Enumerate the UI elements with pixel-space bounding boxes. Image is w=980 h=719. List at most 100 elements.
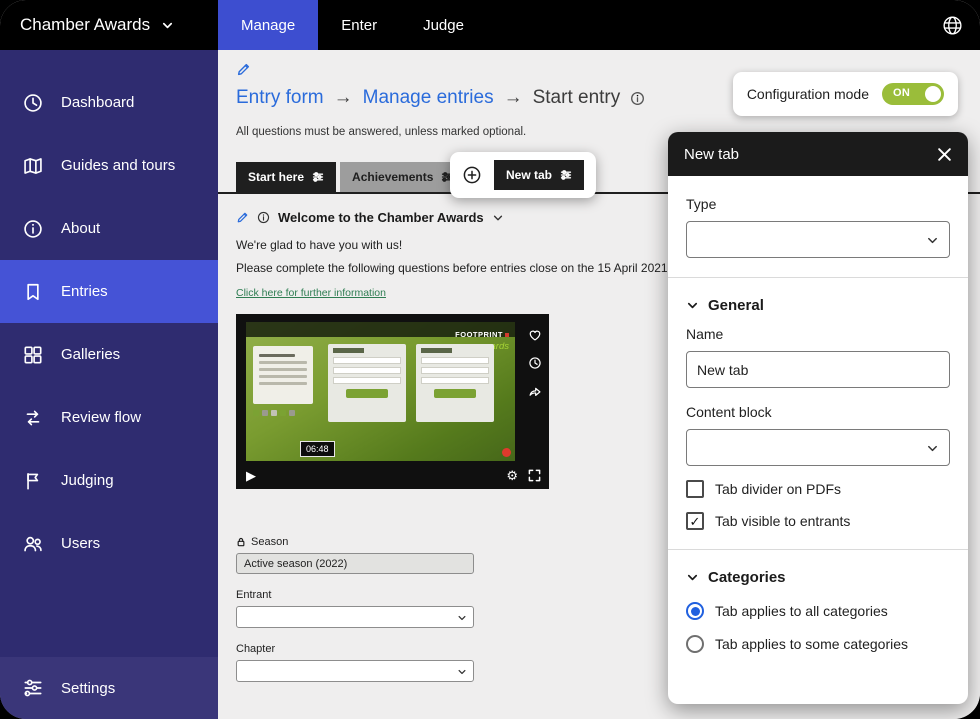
- flag-icon: [22, 470, 44, 492]
- new-tab-popover: New tab: [450, 152, 596, 198]
- panel-divider: [668, 277, 968, 278]
- name-input[interactable]: [686, 351, 950, 388]
- content-block-select[interactable]: [686, 429, 950, 466]
- tab-achievements[interactable]: Achievements: [340, 162, 465, 192]
- new-tab-panel: New tab Type General Name: [668, 132, 968, 704]
- top-tab-enter[interactable]: Enter: [318, 0, 400, 50]
- chevron-down-icon: [686, 299, 699, 312]
- checkbox-tab-visible-to-entrants[interactable]: ✓ Tab visible to entrants: [686, 512, 950, 530]
- video-mock-form: [328, 344, 406, 422]
- watch-later-icon[interactable]: [528, 356, 542, 370]
- chevron-down-icon: [457, 613, 467, 623]
- chevron-down-icon[interactable]: [492, 212, 504, 224]
- sidebar-item-label: Judging: [61, 472, 114, 489]
- radio-tab-applies-all-categories[interactable]: Tab applies to all categories: [686, 602, 950, 620]
- entrant-select[interactable]: [236, 606, 474, 628]
- top-bar: Chamber Awards Manage Enter Judge: [0, 0, 980, 50]
- entrant-label: Entrant: [236, 589, 474, 601]
- video-side-actions: [528, 328, 542, 398]
- tab-label: New tab: [506, 168, 552, 182]
- sidebar-item-label: About: [61, 220, 100, 237]
- checkbox-unchecked: [686, 480, 704, 498]
- chevron-down-icon: [686, 571, 699, 584]
- panel-header: New tab: [668, 132, 968, 176]
- sidebar-item-label: Review flow: [61, 409, 141, 426]
- users-icon: [22, 533, 44, 555]
- breadcrumb-arrow: →: [334, 87, 353, 109]
- video-brand-top: FOOTPRINT: [455, 330, 503, 339]
- checkbox-tab-divider-on-pdfs[interactable]: Tab divider on PDFs: [686, 480, 950, 498]
- sidebar-item-users[interactable]: Users: [0, 512, 218, 575]
- field-season: Season: [236, 536, 474, 574]
- breadcrumb-link-entry-form[interactable]: Entry form: [236, 87, 324, 109]
- top-tab-judge[interactable]: Judge: [400, 0, 487, 50]
- breadcrumb-link-manage-entries[interactable]: Manage entries: [363, 87, 494, 109]
- field-label-text: Chapter: [236, 643, 275, 655]
- sidebar-item-judging[interactable]: Judging: [0, 449, 218, 512]
- video-mock-social-icons: [253, 410, 295, 416]
- field-label-text: Season: [251, 536, 288, 548]
- workspace-switcher[interactable]: Chamber Awards: [0, 0, 218, 50]
- season-input[interactable]: [236, 553, 474, 574]
- configuration-mode-label: Configuration mode: [747, 86, 869, 102]
- radio-label: Tab applies to some categories: [715, 636, 908, 652]
- chapter-select[interactable]: [236, 660, 474, 682]
- categories-section-header[interactable]: Categories: [686, 569, 950, 586]
- sidebar-item-dashboard[interactable]: Dashboard: [0, 71, 218, 134]
- configuration-mode-toggle[interactable]: ON: [882, 83, 944, 105]
- lock-icon: [236, 537, 246, 547]
- sidebar-item-review-flow[interactable]: Review flow: [0, 386, 218, 449]
- info-icon[interactable]: [257, 211, 270, 224]
- video-brand-mark: [505, 333, 509, 337]
- video-settings-icon[interactable]: ⚙: [506, 469, 518, 482]
- panel-divider: [668, 549, 968, 550]
- panel-body: Type General Name Content block: [668, 176, 968, 704]
- edit-pencil-icon[interactable]: [236, 211, 249, 224]
- entry-form-fields: Season Entrant Chapter: [236, 536, 474, 682]
- section-title: General: [708, 297, 764, 314]
- content-block-label: Content block: [686, 404, 950, 420]
- type-label: Type: [686, 196, 950, 212]
- sidebar-item-label: Guides and tours: [61, 157, 175, 174]
- map-icon: [22, 155, 44, 177]
- chevron-down-icon: [926, 442, 939, 455]
- sidebar-item-guides-and-tours[interactable]: Guides and tours: [0, 134, 218, 197]
- further-information-link[interactable]: Click here for further information: [236, 287, 386, 299]
- video-player[interactable]: FOOTPRINT awards: [236, 314, 549, 489]
- topbar-right: [941, 0, 980, 50]
- checkbox-label: Tab divider on PDFs: [715, 481, 841, 497]
- heart-icon[interactable]: [528, 328, 542, 342]
- video-thumbnail: FOOTPRINT awards: [246, 322, 515, 461]
- chevron-down-icon: [457, 667, 467, 677]
- edit-pencil-icon[interactable]: [236, 62, 251, 77]
- tab-start-here[interactable]: Start here: [236, 162, 336, 192]
- radio-tab-applies-some-categories[interactable]: Tab applies to some categories: [686, 635, 950, 653]
- add-tab-icon[interactable]: [462, 165, 482, 185]
- app-title: Chamber Awards: [20, 15, 150, 35]
- fullscreen-icon[interactable]: [528, 469, 541, 482]
- tab-settings-icon: [312, 171, 324, 183]
- sidebar-item-about[interactable]: About: [0, 197, 218, 260]
- general-section-header[interactable]: General: [686, 297, 950, 314]
- sidebar-item-galleries[interactable]: Galleries: [0, 323, 218, 386]
- sidebar-item-entries[interactable]: Entries: [0, 260, 218, 323]
- checkbox-checked: ✓: [686, 512, 704, 530]
- top-tab-manage[interactable]: Manage: [218, 0, 318, 50]
- tab-new-tab[interactable]: New tab: [494, 160, 584, 190]
- sidebar-item-settings[interactable]: Settings: [0, 657, 218, 719]
- video-control-bar: ▶ ⚙: [246, 465, 541, 485]
- chevron-down-icon: [161, 19, 174, 32]
- breadcrumb-arrow: →: [504, 87, 523, 109]
- chevron-down-icon: [926, 234, 939, 247]
- info-icon: [22, 218, 44, 240]
- panel-title: New tab: [684, 146, 739, 163]
- globe-icon[interactable]: [941, 14, 964, 37]
- toggle-state-text: ON: [893, 87, 910, 99]
- close-icon[interactable]: [937, 147, 952, 162]
- breadcrumb-current: Start entry: [533, 87, 621, 109]
- play-button-icon[interactable]: ▶: [246, 469, 256, 482]
- type-select[interactable]: [686, 221, 950, 258]
- share-icon[interactable]: [528, 384, 542, 398]
- info-icon[interactable]: [630, 91, 645, 106]
- tab-label: Achievements: [352, 170, 433, 184]
